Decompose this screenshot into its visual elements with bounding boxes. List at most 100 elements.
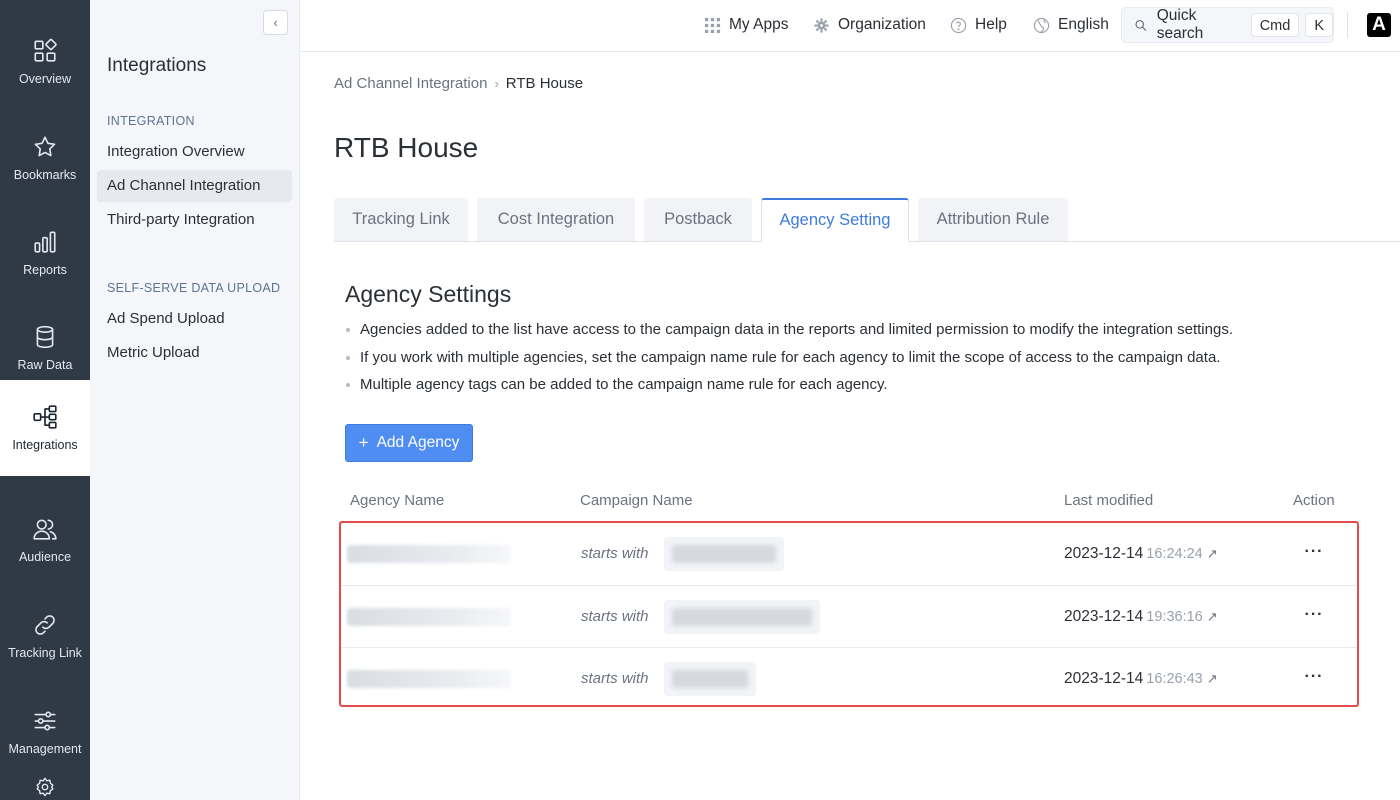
nav-bookmarks[interactable]: Bookmarks [0, 110, 90, 206]
nav-integrations-label: Integrations [12, 438, 78, 452]
integrations-sidebar: ‹ Integrations INTEGRATION Integration O… [90, 0, 300, 800]
external-link-icon[interactable]: ↗ [1207, 671, 1218, 686]
info-bullet: Multiple agency tags can be added to the… [345, 374, 1385, 402]
top-bar: My Apps Organization Help English Quick … [300, 0, 1400, 52]
table-row: starts with 2023-12-14 16:24:24 ↗ ··· [341, 523, 1357, 585]
tab-cost-integration[interactable]: Cost Integration [477, 198, 635, 241]
language-selector[interactable]: English [1033, 0, 1109, 50]
sidebar-section-integration: INTEGRATION [107, 114, 195, 128]
collapse-sidebar-button[interactable]: ‹ [263, 10, 288, 35]
row-more-button[interactable]: ··· [1303, 604, 1325, 626]
add-agency-button[interactable]: + Add Agency [345, 424, 473, 462]
brand-logo[interactable]: A [1367, 13, 1391, 37]
nav-reports[interactable]: Reports [0, 205, 90, 301]
integrations-icon [33, 405, 57, 429]
help-label: Help [975, 16, 1007, 33]
gear-icon [36, 777, 54, 797]
add-agency-label: Add Agency [376, 434, 460, 451]
redacted-agency-name [347, 545, 511, 563]
redacted-agency-name [347, 670, 511, 688]
campaign-tag [664, 600, 820, 634]
tab-attribution-rule[interactable]: Attribution Rule [918, 198, 1068, 241]
last-modified-time: 19:36:16 [1146, 609, 1203, 625]
page-title: RTB House [334, 132, 479, 163]
star-icon [34, 136, 56, 157]
redacted-campaign-tag [672, 608, 812, 626]
help-button[interactable]: Help [950, 0, 1007, 50]
quick-search-label: Quick search [1156, 7, 1204, 42]
organization-button[interactable]: Organization [813, 0, 926, 50]
sidebar-item-integration-overview[interactable]: Integration Overview [97, 136, 292, 168]
link-icon [35, 615, 55, 635]
tab-postback[interactable]: Postback [644, 198, 752, 241]
database-icon [36, 325, 54, 349]
nav-settings[interactable] [0, 776, 90, 800]
last-modified: 2023-12-14 19:36:16 ↗ [1064, 608, 1218, 626]
nav-audience[interactable]: Audience [0, 492, 90, 588]
sliders-icon [34, 711, 56, 731]
shortcut-key-k: K [1305, 13, 1333, 37]
row-more-button[interactable]: ··· [1303, 541, 1325, 563]
column-header-last-modified: Last modified [1064, 492, 1154, 509]
campaign-rule-operator: starts with [581, 608, 649, 625]
sidebar-item-third-party-integration[interactable]: Third-party Integration [97, 204, 292, 236]
nav-tracking-link[interactable]: Tracking Link [0, 588, 90, 684]
people-icon [33, 519, 57, 540]
quick-search-button[interactable]: Quick search Cmd K [1121, 7, 1334, 43]
nav-tracking-link-label: Tracking Link [8, 646, 82, 660]
tab-agency-setting[interactable]: Agency Setting [761, 198, 909, 242]
row-more-button[interactable]: ··· [1303, 666, 1325, 688]
redacted-campaign-tag [672, 545, 776, 563]
tab-tracking-link[interactable]: Tracking Link [334, 198, 468, 241]
last-modified-time: 16:26:43 [1146, 671, 1203, 687]
campaign-tag [664, 662, 756, 696]
external-link-icon[interactable]: ↗ [1207, 546, 1218, 561]
nav-bookmarks-label: Bookmarks [13, 168, 77, 182]
last-modified-date: 2023-12-14 [1064, 608, 1144, 625]
info-bullets: Agencies added to the list have access t… [345, 319, 1385, 402]
last-modified: 2023-12-14 16:24:24 ↗ [1064, 545, 1218, 563]
breadcrumb: Ad Channel Integration › RTB House [334, 75, 583, 92]
column-header-action: Action [1293, 492, 1335, 509]
nav-raw-data-label: Raw Data [17, 358, 73, 372]
info-bullet: Agencies added to the list have access t… [345, 319, 1385, 347]
last-modified-date: 2023-12-14 [1064, 545, 1144, 562]
sidebar-item-ad-channel-integration[interactable]: Ad Channel Integration [97, 170, 292, 202]
nav-integrations[interactable]: Integrations [0, 380, 90, 476]
globe-icon [1033, 17, 1050, 33]
breadcrumb-current: RTB House [505, 75, 584, 92]
redacted-campaign-tag [672, 670, 748, 688]
breadcrumb-parent-link[interactable]: Ad Channel Integration [334, 75, 487, 92]
last-modified-date: 2023-12-14 [1064, 670, 1144, 687]
main-navigation-rail: Overview Bookmarks Reports Raw Data Inte… [0, 0, 90, 800]
bar-chart-icon [34, 231, 56, 253]
last-modified: 2023-12-14 16:26:43 ↗ [1064, 670, 1218, 688]
last-modified-time: 16:24:24 [1146, 546, 1203, 562]
my-apps-button[interactable]: My Apps [704, 0, 788, 50]
column-header-agency-name: Agency Name [350, 492, 445, 509]
topbar-divider [1347, 12, 1348, 38]
search-icon [1135, 19, 1147, 31]
sidebar-item-metric-upload[interactable]: Metric Upload [97, 337, 292, 369]
nav-management-label: Management [8, 742, 82, 756]
sidebar-item-ad-spend-upload[interactable]: Ad Spend Upload [97, 303, 292, 335]
external-link-icon[interactable]: ↗ [1207, 609, 1218, 624]
nav-overview-label: Overview [18, 72, 72, 86]
column-header-campaign-name: Campaign Name [580, 492, 693, 509]
plus-icon: + [358, 433, 369, 452]
campaign-rule-operator: starts with [581, 545, 649, 562]
help-icon [950, 17, 967, 33]
nav-audience-label: Audience [18, 550, 72, 564]
nav-reports-label: Reports [23, 263, 67, 277]
section-title: Agency Settings [345, 281, 512, 307]
breadcrumb-separator: › [494, 76, 499, 91]
table-row: starts with 2023-12-14 16:26:43 ↗ ··· [341, 647, 1357, 709]
sidebar-section-self-serve-data-upload: SELF-SERVE DATA UPLOAD [107, 281, 281, 295]
campaign-rule-operator: starts with [581, 670, 649, 687]
redacted-agency-name [347, 608, 511, 626]
agency-table-highlight: starts with 2023-12-14 16:24:24 ↗ ··· star… [339, 521, 1359, 707]
nav-overview[interactable]: Overview [0, 14, 90, 110]
gear-icon [814, 17, 829, 33]
sidebar-title: Integrations [107, 55, 207, 76]
nav-management[interactable]: Management [0, 684, 90, 780]
